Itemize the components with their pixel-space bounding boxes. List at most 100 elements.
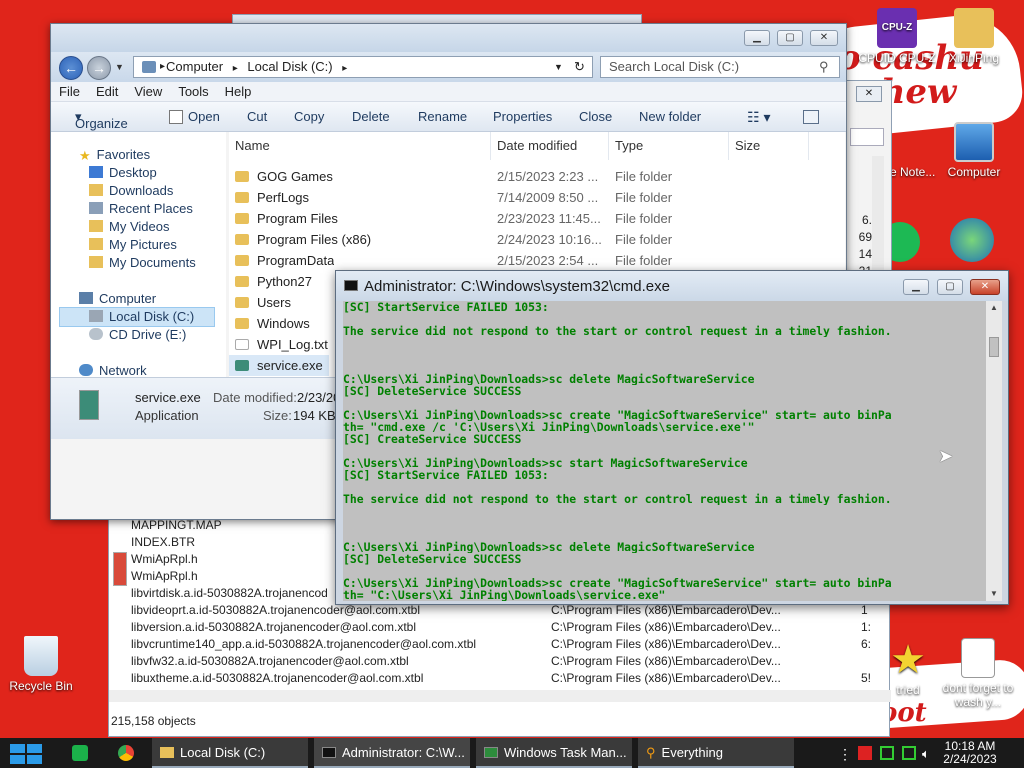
file-name: Users — [257, 295, 291, 310]
open-button[interactable]: Open — [188, 109, 220, 124]
network-globe-icon[interactable] — [950, 218, 994, 262]
close-button[interactable]: ✕ — [810, 30, 838, 46]
table-row[interactable]: PerfLogs 7/14/2009 8:50 ... File folder — [229, 187, 845, 208]
list-item[interactable]: WmiApRpl.h — [131, 569, 198, 583]
refresh-icon[interactable]: ↻ — [574, 57, 585, 77]
cut-button[interactable]: Cut — [247, 109, 267, 124]
delete-button[interactable]: Delete — [352, 109, 390, 124]
nav-my-videos[interactable]: My Videos — [89, 219, 169, 234]
icon-label: CPUID CPU-Z — [858, 51, 936, 65]
start-button[interactable] — [10, 744, 44, 764]
search-icon[interactable]: ⚲ — [819, 57, 829, 77]
breadcrumb-computer[interactable]: Computer — [166, 59, 223, 74]
list-item[interactable]: libvideoprt.a.id-5030882A.trojanencoder@… — [131, 603, 868, 617]
copy-button[interactable]: Copy — [294, 109, 324, 124]
chevron-right-icon[interactable]: ▸ — [160, 57, 165, 77]
taskbar-task-manager[interactable]: Windows Task Man... — [476, 738, 632, 768]
properties-button[interactable]: Properties — [493, 109, 552, 124]
dont-forget-desktop-icon[interactable]: dont forget to wash y... — [938, 638, 1018, 709]
file-name: libvfw32.a.id-5030882A.trojanencoder@aol… — [131, 654, 409, 668]
computer-desktop-icon[interactable]: Computer — [935, 122, 1013, 179]
list-item[interactable]: WmiApRpl.h — [131, 552, 198, 566]
column-header-size[interactable]: Size — [729, 132, 809, 160]
menu-view[interactable]: View — [126, 82, 170, 101]
recycle-bin-desktop-icon[interactable]: Recycle Bin — [2, 636, 80, 693]
preview-pane-icon[interactable] — [803, 110, 819, 124]
taskbar-explorer[interactable]: Local Disk (C:) — [152, 738, 308, 768]
nav-my-pictures[interactable]: My Pictures — [89, 237, 177, 252]
list-item[interactable]: libvirtdisk.a.id-5030882A.trojanencod — [131, 586, 328, 600]
minimize-button[interactable]: ▁ — [744, 30, 770, 46]
volume-icon[interactable]: 🔈︎ — [922, 746, 930, 762]
file-name: ProgramData — [257, 253, 335, 268]
chrome-icon[interactable] — [118, 745, 134, 761]
explorer-titlebar[interactable]: ▁ ▢ ✕ — [51, 24, 846, 52]
cmd-scrollbar[interactable]: ▲ ▼ — [986, 301, 1002, 601]
column-header-type[interactable]: Type — [609, 132, 729, 160]
nav-desktop[interactable]: Desktop — [89, 165, 157, 180]
list-item[interactable]: libvcruntime140_app.a.id-5030882A.trojan… — [131, 637, 871, 651]
column-header-date[interactable]: Date modified — [491, 132, 609, 160]
chevron-down-icon[interactable]: ▼ — [554, 57, 563, 77]
view-options-icon[interactable]: ☷ ▾ — [747, 109, 770, 126]
list-item[interactable]: libversion.a.id-5030882A.trojanencoder@a… — [131, 620, 871, 634]
close-icon[interactable]: ✕ — [856, 86, 882, 102]
menu-help[interactable]: Help — [217, 82, 260, 101]
address-bar[interactable]: ▸ Computer ▸ Local Disk (C:) ▸ ▼ ↻ — [133, 56, 593, 78]
table-row[interactable]: GOG Games 2/15/2023 2:23 ... File folder — [229, 166, 845, 187]
forward-button[interactable]: → — [87, 56, 111, 80]
scroll-up-icon[interactable]: ▲ — [986, 301, 1002, 315]
new-folder-button[interactable]: New folder — [639, 109, 701, 124]
nav-local-disk[interactable]: Local Disk (C:) — [89, 309, 194, 324]
list-item[interactable]: INDEX.BTR — [131, 535, 195, 549]
clock[interactable]: 10:18 AM 2/24/2023 — [940, 740, 1000, 766]
cmd-line — [343, 337, 988, 349]
cmd-titlebar[interactable]: Administrator: C:\Windows\system32\cmd.e… — [336, 271, 1008, 301]
horizontal-scrollbar[interactable] — [109, 690, 891, 702]
table-row[interactable]: Program Files (x86) 2/24/2023 10:16... Fil… — [229, 229, 845, 250]
chevron-right-icon[interactable]: ▸ — [336, 63, 353, 74]
menu-edit[interactable]: Edit — [88, 82, 126, 101]
app-icon[interactable] — [72, 745, 88, 761]
nav-computer[interactable]: Computer — [79, 291, 156, 306]
taskbar-cmd[interactable]: Administrator: C:\W... — [314, 738, 470, 768]
flag-icon[interactable] — [858, 746, 872, 760]
search-input[interactable]: Search Local Disk (C:) ⚲ — [600, 56, 840, 78]
xi-desktop-icon[interactable]: XiJinPing — [935, 8, 1013, 65]
table-row[interactable]: Program Files 2/23/2023 11:45... File fold… — [229, 208, 845, 229]
list-item[interactable]: libuxtheme.a.id-5030882A.trojanencoder@a… — [131, 671, 871, 685]
table-row[interactable]: service.exe — [229, 355, 329, 376]
taskbar-everything[interactable]: ⚲ Everything — [638, 738, 794, 768]
list-item[interactable]: libvfw32.a.id-5030882A.trojanencoder@aol… — [131, 654, 781, 668]
menu-tools[interactable]: Tools — [170, 82, 216, 101]
list-item[interactable]: MAPPINGT.MAP — [131, 518, 222, 532]
nav-my-documents[interactable]: My Documents — [89, 255, 196, 270]
nav-favorites[interactable]: ★ Favorites — [79, 147, 150, 163]
rename-button[interactable]: Rename — [418, 109, 467, 124]
close-button[interactable]: Close — [579, 109, 612, 124]
maximize-button[interactable]: ▢ — [937, 279, 963, 295]
more-icon[interactable]: ⋮ — [838, 746, 852, 763]
scroll-down-icon[interactable]: ▼ — [986, 587, 1002, 601]
close-button[interactable]: ✕ — [970, 279, 1000, 295]
organize-button[interactable]: Organize ▾ — [75, 109, 128, 131]
cpuz-desktop-icon[interactable]: CPU-Z CPUID CPU-Z — [858, 8, 936, 65]
cmd-output[interactable]: [SC] StartService FAILED 1053: The servic… — [343, 301, 988, 601]
chevron-right-icon[interactable]: ▸ — [227, 63, 244, 74]
column-header-name[interactable]: Name — [229, 132, 491, 160]
breadcrumb-local-disk[interactable]: Local Disk (C:) — [247, 59, 332, 74]
maximize-button[interactable]: ▢ — [777, 30, 803, 46]
nav-cd-drive[interactable]: CD Drive (E:) — [89, 327, 186, 342]
display-tray-icon[interactable] — [902, 746, 916, 760]
table-row[interactable]: ProgramData 2/15/2023 2:54 ... File folder — [229, 250, 845, 271]
nav-recent-places[interactable]: Recent Places — [89, 201, 193, 216]
chevron-down-icon[interactable]: ▼ — [115, 62, 124, 72]
back-button[interactable]: ← — [59, 56, 83, 80]
nav-downloads[interactable]: Downloads — [89, 183, 173, 198]
minimize-button[interactable]: ▁ — [903, 279, 929, 295]
nav-network[interactable]: Network — [79, 363, 147, 378]
scroll-thumb[interactable] — [989, 337, 999, 357]
network-tray-icon[interactable] — [880, 746, 894, 760]
cmd-window[interactable]: Administrator: C:\Windows\system32\cmd.e… — [335, 270, 1009, 605]
menu-file[interactable]: File — [51, 82, 88, 101]
